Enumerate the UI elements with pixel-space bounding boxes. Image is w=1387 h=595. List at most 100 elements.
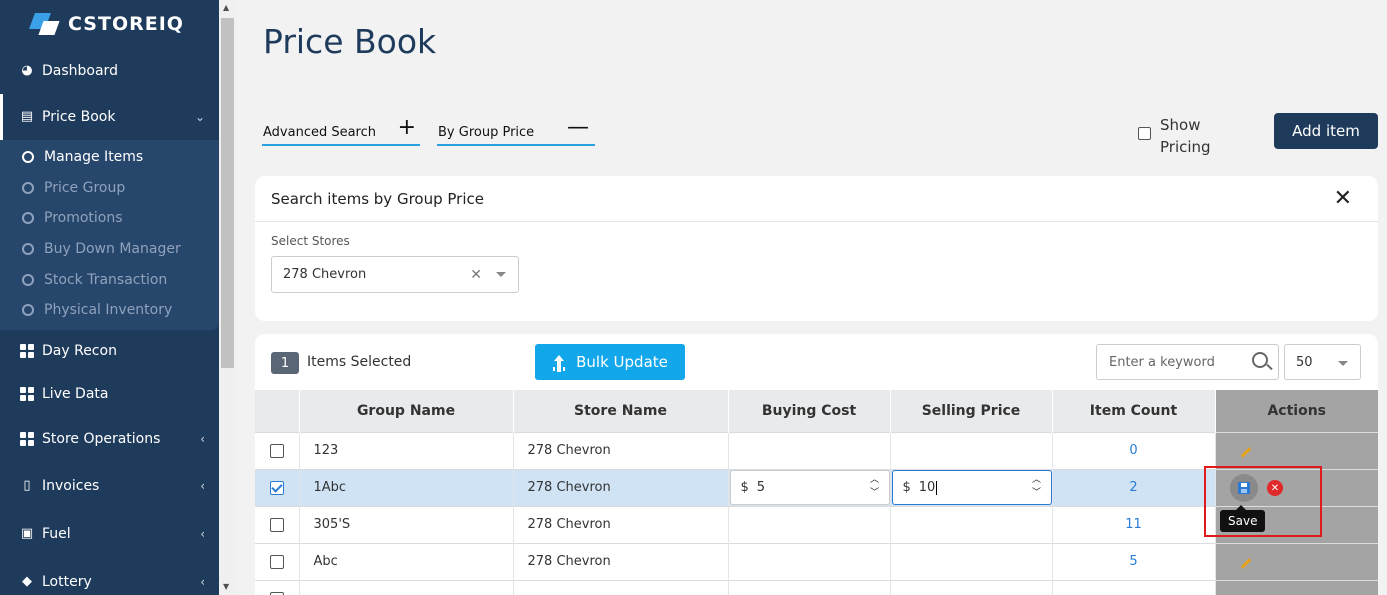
edit-icon[interactable] [1240, 558, 1251, 569]
currency-symbol: $ [740, 480, 749, 495]
sidebar-item-dashboard[interactable]: ◕ Dashboard [0, 48, 219, 94]
sidebar-item-label: Fuel [42, 525, 71, 542]
sidebar-item-label: Day Recon [42, 342, 117, 359]
text-cursor [936, 480, 938, 495]
sidebar-subitem-stock-transaction[interactable]: Stock Transaction [0, 264, 219, 295]
sidebar-item-day-recon[interactable]: Day Recon [0, 330, 219, 372]
row-select-cell [255, 579, 300, 595]
bulk-update-label: Bulk Update [576, 353, 668, 371]
sidebar-item-lottery[interactable]: ◆ Lottery ‹ [0, 558, 219, 595]
scroll-up-icon[interactable]: ▲ [223, 3, 229, 12]
row-checkbox-checked[interactable] [269, 480, 284, 495]
item-count-link[interactable]: 2 [1052, 468, 1216, 506]
clear-icon[interactable]: ✕ [470, 267, 482, 283]
sidebar-item-invoices[interactable]: ▯ Invoices ‹ [0, 462, 219, 510]
circle-icon [22, 151, 34, 164]
chevron-down-icon: ⌄ [194, 110, 205, 124]
store-name-cell: 278 Chevron [513, 468, 729, 506]
sidebar-scrollbar[interactable]: ▲ ▼ [219, 0, 236, 595]
by-group-price-label: By Group Price [438, 124, 535, 140]
advanced-search-toggle[interactable]: Advanced Search + [262, 115, 420, 146]
group-name-cell: 1Abc [299, 468, 514, 506]
sidebar: CSTOREIQ ◕ Dashboard ▤ Price Book ⌄ Mana… [0, 0, 219, 595]
number-stepper-icon[interactable]: ︿ ﹀ [1031, 474, 1043, 500]
row-select-cell [255, 505, 300, 543]
sidebar-subitem-price-group[interactable]: Price Group [0, 173, 219, 204]
lottery-icon: ◆ [22, 573, 32, 589]
page-size-select[interactable]: 50 [1284, 344, 1361, 380]
show-pricing-toggle[interactable]: Show Pricing [1138, 114, 1230, 158]
buying-cost-cell [728, 431, 891, 469]
bulk-update-button[interactable]: Bulk Update [535, 344, 685, 380]
chevron-down-icon[interactable] [496, 272, 506, 277]
advanced-search-label: Advanced Search [263, 124, 377, 140]
panel-title: Search items by Group Price [255, 176, 1378, 222]
search-icon[interactable] [1252, 352, 1268, 368]
item-count-link[interactable]: 0 [1052, 431, 1216, 469]
sidebar-item-label: Invoices [42, 477, 100, 494]
store-select[interactable]: 278 Chevron ✕ [271, 256, 519, 293]
grid-icon [20, 432, 34, 447]
scrollbar-thumb[interactable] [221, 18, 234, 368]
group-name-cell: 123 [299, 431, 514, 469]
show-pricing-checkbox[interactable] [1138, 127, 1151, 140]
sidebar-subitem-physical-inventory[interactable]: Physical Inventory [0, 295, 219, 326]
item-count-link[interactable]: 11 [1052, 505, 1216, 543]
circle-icon [22, 273, 34, 286]
sidebar-subitem-buy-down-manager[interactable]: Buy Down Manager [0, 234, 219, 265]
sidebar-subitem-manage-items[interactable]: Manage Items [0, 142, 219, 173]
keyword-placeholder: Enter a keyword [1109, 354, 1215, 370]
edit-icon[interactable] [1240, 447, 1251, 458]
selected-store-value: 278 Chevron [283, 267, 367, 282]
minus-icon: — [567, 115, 589, 140]
column-header-buying-cost[interactable]: Buying Cost [728, 390, 891, 432]
subitem-label: Buy Down Manager [44, 241, 181, 258]
sidebar-item-label: Live Data [42, 386, 109, 403]
row-checkbox[interactable] [269, 517, 284, 532]
table-row-partial [255, 579, 1378, 595]
keyword-search-input[interactable]: Enter a keyword [1096, 344, 1279, 380]
logo[interactable]: CSTOREIQ [0, 0, 219, 48]
row-checkbox[interactable] [269, 554, 284, 569]
close-icon[interactable]: ✕ [1334, 186, 1352, 211]
invoice-icon: ▯ [23, 477, 31, 493]
circle-icon [22, 212, 34, 225]
column-header-group-name[interactable]: Group Name [299, 390, 514, 432]
row-checkbox[interactable] [269, 443, 284, 458]
column-header-item-count[interactable]: Item Count [1052, 390, 1216, 432]
sidebar-item-fuel[interactable]: ▣ Fuel ‹ [0, 510, 219, 558]
subitem-label: Stock Transaction [44, 271, 168, 288]
column-header-store-name[interactable]: Store Name [513, 390, 729, 432]
buying-cost-input[interactable]: $ 5 ︿ ﹀ [729, 470, 890, 505]
number-stepper-icon[interactable]: ︿ ﹀ [869, 474, 881, 500]
column-header-selling-price[interactable]: Selling Price [890, 390, 1053, 432]
buying-cost-cell [728, 579, 891, 595]
selling-price-cell [890, 579, 1053, 595]
store-name-cell: 278 Chevron [513, 505, 729, 543]
item-count-link[interactable]: 5 [1052, 542, 1216, 580]
page-size-value: 50 [1296, 354, 1313, 370]
page-title: Price Book [263, 22, 437, 61]
sidebar-subitem-promotions[interactable]: Promotions [0, 203, 219, 234]
store-name-cell: 278 Chevron [513, 431, 729, 469]
circle-icon [22, 243, 34, 256]
by-group-price-toggle[interactable]: By Group Price — [437, 115, 595, 146]
price-book-submenu: Manage Items Price Group Promotions Buy … [0, 140, 219, 330]
sidebar-item-price-book[interactable]: ▤ Price Book ⌄ [0, 94, 219, 140]
selling-price-input[interactable]: $ 10 ︿ ﹀ [891, 470, 1052, 505]
selling-price-cell [890, 542, 1053, 580]
buying-cost-cell: $ 5 ︿ ﹀ [728, 468, 891, 506]
grid-icon [20, 387, 34, 402]
sidebar-item-label: Store Operations [42, 431, 161, 448]
selling-price-cell: $ 10 ︿ ﹀ [890, 468, 1053, 506]
add-item-button[interactable]: Add item [1274, 113, 1378, 149]
column-header-actions: Actions [1215, 390, 1378, 432]
store-name-cell: 278 Chevron [513, 542, 729, 580]
scroll-down-icon[interactable]: ▼ [223, 582, 229, 591]
group-price-table-panel: 1 Items Selected Bulk Update Enter a key… [255, 334, 1378, 595]
sidebar-item-store-operations[interactable]: Store Operations ‹ [0, 417, 219, 462]
table-row: 123 278 Chevron 0 [255, 431, 1378, 469]
sidebar-item-live-data[interactable]: Live Data [0, 372, 219, 417]
group-name-cell: 305'S [299, 505, 514, 543]
select-stores-label: Select Stores [271, 234, 350, 248]
